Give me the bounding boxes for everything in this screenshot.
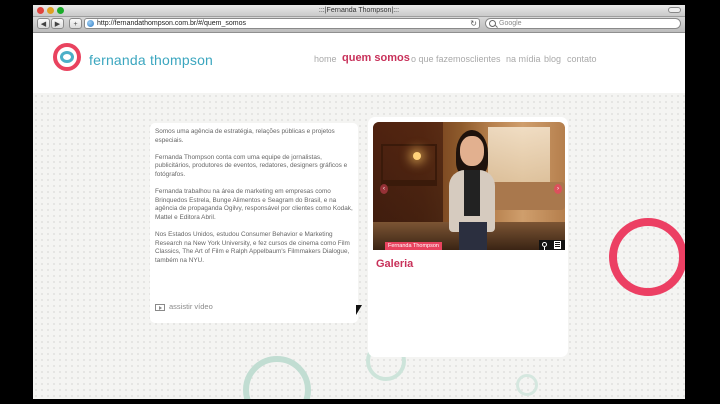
photo-lamp xyxy=(413,152,421,160)
nav-o-que-fazemos[interactable]: o que fazemos xyxy=(411,54,470,64)
list-icon[interactable] xyxy=(554,241,561,249)
search-placeholder: Google xyxy=(499,20,522,27)
logo-inner-ring xyxy=(60,51,74,63)
decorative-ring-red xyxy=(609,218,685,296)
about-paragraph: Fernanda Thompson conta com uma equipe d… xyxy=(155,153,348,178)
photo-bookshelf xyxy=(381,144,437,186)
about-text: Somos uma agência de estratégia, relaçõe… xyxy=(155,128,355,274)
location-pin-icon[interactable] xyxy=(542,242,547,250)
gallery-prev-icon[interactable]: ‹ xyxy=(380,184,388,194)
title-bar: :::|Fernanda Thompson|::: xyxy=(33,5,685,17)
nav-blog[interactable]: blog xyxy=(544,54,561,64)
forward-button[interactable]: ▶ xyxy=(51,18,64,29)
dotted-background xyxy=(33,93,685,399)
address-bar[interactable]: http://fernandathompson.com.br/#/quem_so… xyxy=(84,18,480,29)
mouse-cursor-icon xyxy=(356,305,362,315)
photo-person-face xyxy=(460,136,484,166)
photo-person-top xyxy=(464,170,480,216)
nav-home[interactable]: home xyxy=(314,54,337,64)
gallery-photo[interactable]: ‹ › Fernanda Thompson xyxy=(373,122,565,250)
photo-caption: Fernanda Thompson xyxy=(385,242,442,250)
page-viewport: fernanda thompson home quem somos o que … xyxy=(33,33,685,399)
about-paragraph: Somos uma agência de estratégia, relaçõe… xyxy=(155,128,335,144)
search-field[interactable]: Google xyxy=(485,18,681,29)
about-paragraph: Fernanda trabalhou na área de marketing … xyxy=(155,188,353,221)
logo-rings-icon[interactable] xyxy=(53,43,81,71)
reload-icon[interactable]: ↻ xyxy=(470,19,477,28)
gallery-card: ‹ › Fernanda Thompson Galeria xyxy=(368,117,568,357)
photo-person-legs xyxy=(459,222,487,250)
gallery-title: Galeria xyxy=(376,258,414,270)
toolbar-toggle-button[interactable] xyxy=(668,7,681,13)
site-header: fernanda thompson home quem somos o que … xyxy=(33,33,685,93)
browser-toolbar: ◀ ▶ + http://fernandathompson.com.br/#/q… xyxy=(33,17,685,33)
address-url[interactable]: http://fernandathompson.com.br/#/quem_so… xyxy=(97,19,246,28)
about-paragraph: Nos Estados Unidos, estudou Consumer Beh… xyxy=(155,231,350,264)
gallery-next-icon[interactable]: › xyxy=(554,184,562,194)
window-title: :::|Fernanda Thompson|::: xyxy=(318,7,400,14)
nav-clientes[interactable]: clientes xyxy=(470,54,501,64)
add-bookmark-button[interactable]: + xyxy=(69,18,82,29)
video-play-icon[interactable] xyxy=(155,304,165,311)
site-logo-text[interactable]: fernanda thompson xyxy=(89,52,213,68)
nav-na-midia[interactable]: na mídia xyxy=(506,54,541,64)
about-text-card: Somos uma agência de estratégia, relaçõe… xyxy=(150,123,358,323)
photo-tools xyxy=(539,240,565,250)
watch-video-link[interactable]: assistir vídeo xyxy=(169,302,213,311)
globe-icon xyxy=(87,20,94,27)
decorative-ring-green xyxy=(516,374,538,396)
browser-window: :::|Fernanda Thompson|::: ◀ ▶ + http://f… xyxy=(33,5,685,399)
search-icon xyxy=(489,20,496,27)
nav-contato[interactable]: contato xyxy=(567,54,597,64)
back-button[interactable]: ◀ xyxy=(37,18,50,29)
nav-quem-somos[interactable]: quem somos xyxy=(342,52,410,64)
